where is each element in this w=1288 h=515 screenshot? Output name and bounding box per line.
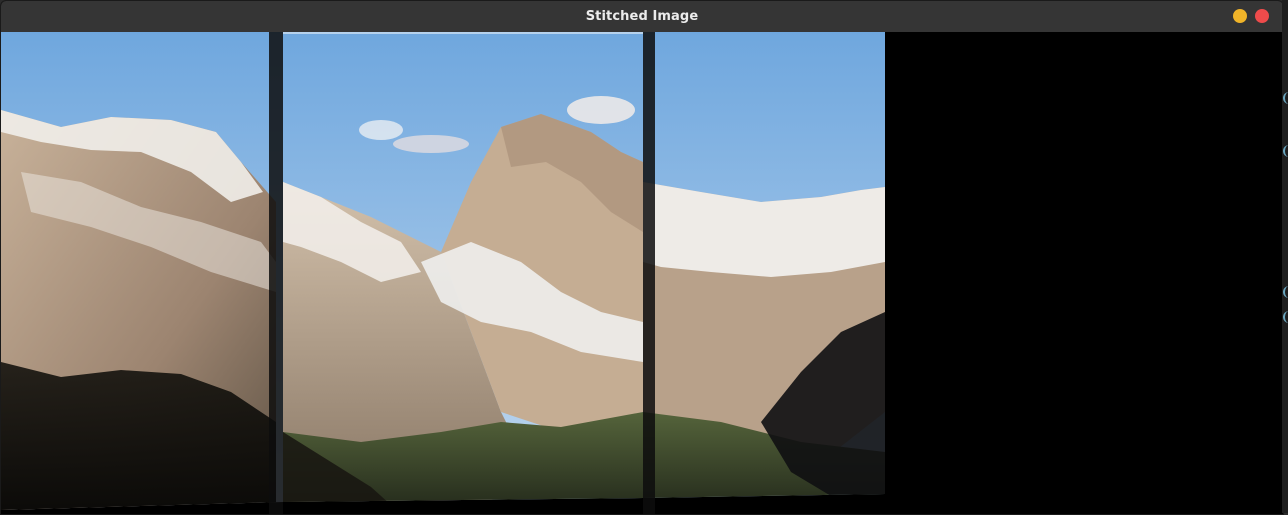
image-canvas bbox=[1, 32, 1283, 514]
stitched-panorama-image bbox=[1, 32, 885, 514]
background-editor-gutter bbox=[1282, 0, 1288, 513]
stitched-image-window: Stitched Image bbox=[0, 0, 1284, 515]
gutter-fold-icon bbox=[1283, 311, 1288, 323]
window-title: Stitched Image bbox=[585, 9, 699, 24]
panel-seam-2 bbox=[643, 32, 655, 514]
minimize-button[interactable] bbox=[1233, 9, 1247, 23]
gutter-fold-icon bbox=[1283, 286, 1288, 298]
close-button[interactable] bbox=[1255, 9, 1269, 23]
gutter-fold-icon bbox=[1283, 92, 1288, 104]
gutter-fold-icon bbox=[1283, 145, 1288, 157]
title-bar[interactable]: Stitched Image bbox=[1, 1, 1283, 32]
panel-seam-1 bbox=[269, 32, 283, 514]
